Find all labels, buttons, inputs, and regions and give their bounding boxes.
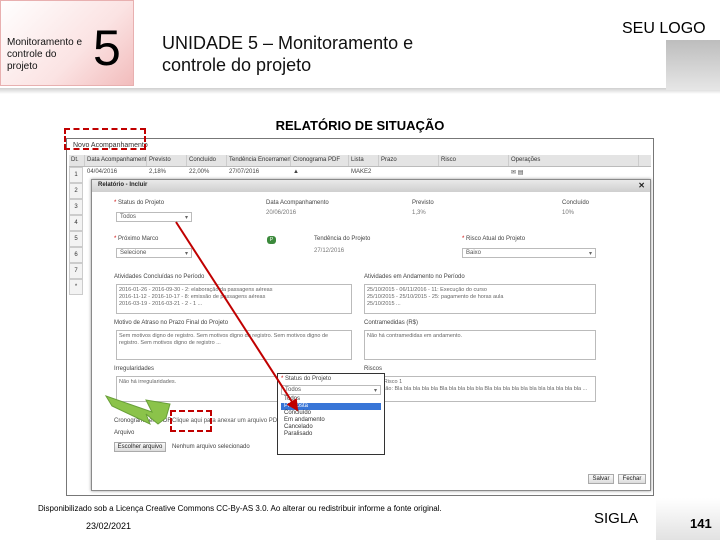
status-option[interactable]: Concluído xyxy=(281,410,381,417)
row-number[interactable]: 4 xyxy=(69,215,83,231)
col-header[interactable]: Previsto xyxy=(147,155,187,166)
risco-label: * Risco Atual do Projeto xyxy=(462,236,526,242)
app-screenshot: Novo Acompanhamento Dt. Data Acompanhame… xyxy=(66,138,654,496)
row-number[interactable]: * xyxy=(69,279,83,295)
sigla-text: SIGLA xyxy=(594,510,639,527)
footer-date: 23/02/2021 xyxy=(86,521,132,531)
highlight-box-new-entry xyxy=(64,128,146,150)
arquivo-label: Arquivo xyxy=(114,430,135,436)
cell: 27/07/2016 xyxy=(229,169,260,175)
col-header[interactable]: Data Acompanhamento xyxy=(85,155,147,166)
slide: Monitoramento e controle do projeto 5 UN… xyxy=(0,0,720,540)
highlight-box-upload xyxy=(170,410,212,432)
chevron-down-icon: ▾ xyxy=(373,388,377,394)
tendencia-label: Tendência do Projeto xyxy=(314,236,371,242)
status-projeto-select[interactable]: Todos ▾ xyxy=(281,385,381,395)
col-header[interactable]: Operações xyxy=(509,155,639,166)
row-number[interactable]: 7 xyxy=(69,263,83,279)
riscos-textarea[interactable]: Título: Risco 1 Descrição: Bla bla bla b… xyxy=(364,376,596,402)
chevron-down-icon: ▾ xyxy=(588,251,592,257)
andamento-label: Atividades em Andamento no Período xyxy=(364,274,465,280)
status-dropdown-popup: * Status do Projeto Todos ▾ Todos Proposta… xyxy=(277,373,385,455)
col-header[interactable]: Lista xyxy=(349,155,379,166)
header-shadow xyxy=(0,88,720,94)
motivo-textarea[interactable]: Sem motivos digno de registro. Sem motiv… xyxy=(116,330,352,360)
row-number-column: 1 2 3 4 5 6 7 * xyxy=(69,167,83,295)
concluido-label: Concluído xyxy=(562,200,590,206)
date-label: Data Acompanhamento xyxy=(266,200,329,206)
logo-placeholder: SEU LOGO xyxy=(622,20,706,37)
marco-label: * Próximo Marco xyxy=(114,236,159,242)
motivo-label: Motivo de Atraso no Prazo Final do Proje… xyxy=(114,320,229,326)
date-value: 20/06/2016 xyxy=(266,210,297,216)
grid-header: Dt. Data Acompanhamento Previsto Concluí… xyxy=(69,155,651,167)
previsto-value: 1,3% xyxy=(412,210,426,216)
col-header[interactable]: Prazo xyxy=(379,155,439,166)
row-number[interactable]: 6 xyxy=(69,247,83,263)
no-file-text: Nenhum arquivo selecionado xyxy=(172,444,250,450)
col-header[interactable]: Dt. xyxy=(69,155,85,166)
slide-title: UNIDADE 5 – Monitoramento e controle do … xyxy=(162,33,414,75)
badge-number: 5 xyxy=(93,20,121,76)
status-option[interactable]: Paralisado xyxy=(281,431,381,438)
cell xyxy=(379,167,439,179)
previsto-label: Previsto xyxy=(412,200,434,206)
cell: ▲ xyxy=(293,169,299,175)
irregularidades-label: Irregularidades xyxy=(114,366,155,372)
status-options-list: Todos Proposta Concluído Em andamento Cancel… xyxy=(281,396,381,438)
concluido-value: 10% xyxy=(562,210,575,216)
cronograma-label: Cronograma em PDF xyxy=(114,418,172,424)
close-icon[interactable]: ✕ xyxy=(638,181,645,190)
cell: MAKE2 xyxy=(351,169,372,175)
col-header[interactable]: Risco xyxy=(439,155,509,166)
contramedidas-textarea[interactable]: Não há contramedidas em andamento. xyxy=(364,330,596,360)
row-number[interactable]: 2 xyxy=(69,183,83,199)
col-header[interactable]: Concluído xyxy=(187,155,227,166)
modal-title: Relatório - Incluir xyxy=(98,182,148,188)
save-button[interactable]: Salvar xyxy=(588,474,614,484)
popup-label: * Status do Projeto xyxy=(281,376,332,382)
status-label: * Status do Projeto xyxy=(114,200,165,206)
status-indicator-icon: P xyxy=(267,236,276,244)
atividades-label: Atividades Concluídas no Período xyxy=(114,274,205,280)
cell: 22,00% xyxy=(189,169,210,175)
table-row[interactable]: 04/04/2016 2,18% 22,00% 27/07/2016 ▲ MAK… xyxy=(69,167,651,179)
modal-header: Relatório - Incluir ✕ xyxy=(92,180,650,192)
operations-icons[interactable]: ✉ ▤ xyxy=(509,167,639,179)
chevron-down-icon: ▾ xyxy=(184,251,188,257)
cell: 2,18% xyxy=(149,169,167,175)
chevron-down-icon: ▾ xyxy=(184,215,188,221)
status-option[interactable]: Todos xyxy=(281,396,381,403)
row-number[interactable]: 3 xyxy=(69,199,83,215)
status-option[interactable]: Em andamento xyxy=(281,417,381,424)
andamento-textarea[interactable]: 25/10/2015 - 06/11/2016 - 11: Execução d… xyxy=(364,284,596,314)
col-header[interactable]: Tendência Encerramento xyxy=(227,155,291,166)
col-header[interactable]: Cronograma PDF xyxy=(291,155,349,166)
badge-text: Monitoramento e controle do projeto xyxy=(7,37,83,72)
status-select[interactable]: Todos ▾ xyxy=(116,212,192,222)
risco-select[interactable]: Baixo ▾ xyxy=(462,248,596,258)
data-grid: Dt. Data Acompanhamento Previsto Concluí… xyxy=(69,155,651,179)
close-button[interactable]: Fechar xyxy=(618,474,646,484)
cell xyxy=(439,167,509,179)
cell: 04/04/2016 xyxy=(87,169,118,175)
row-number[interactable]: 1 xyxy=(69,167,83,183)
page-number: 141 xyxy=(690,516,712,531)
marco-select[interactable]: Selecione ▾ xyxy=(116,248,192,258)
row-number[interactable]: 5 xyxy=(69,231,83,247)
header-right-bar xyxy=(666,40,720,90)
riscos-label: Riscos xyxy=(364,366,383,372)
unit-badge: Monitoramento e controle do projeto 5 xyxy=(0,0,134,86)
atividades-textarea[interactable]: 2016-01-26 - 2016-09-30 - 2: elaboração … xyxy=(116,284,352,314)
status-option[interactable]: Proposta xyxy=(281,403,381,410)
tendencia-value: 27/12/2016 xyxy=(314,248,345,254)
choose-file-button[interactable]: Escolher arquivo xyxy=(114,442,166,452)
license-text: Disponibilizado sob a Licença Creative C… xyxy=(38,504,442,513)
status-option[interactable]: Cancelado xyxy=(281,424,381,431)
contramedidas-label: Contramedidas (R$) xyxy=(364,320,419,326)
